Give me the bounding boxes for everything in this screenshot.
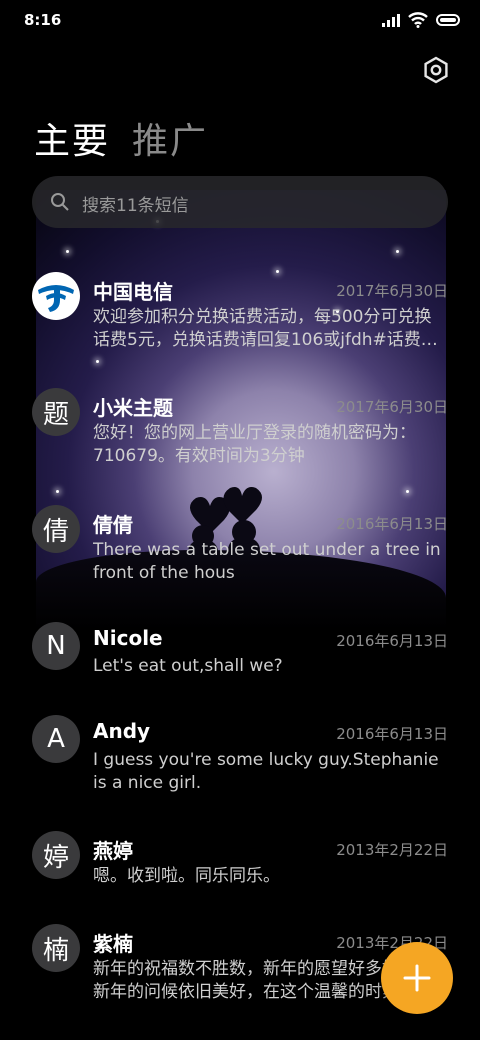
avatar: 婷	[32, 831, 80, 879]
message-preview: 嗯。收到啦。同乐同乐。	[93, 866, 280, 886]
new-message-button[interactable]	[381, 942, 453, 1014]
message-preview: There was a table set out under a tree i…	[93, 540, 441, 583]
message-date: 2016年6月13日	[336, 515, 448, 533]
signal-icon	[382, 13, 400, 27]
tab-promo[interactable]: 推广	[132, 112, 208, 164]
contact-name: 小米主题	[93, 396, 173, 420]
wifi-icon	[408, 12, 428, 28]
tab-bar: 主要 推广	[34, 112, 208, 164]
plus-icon	[403, 964, 431, 992]
contact-name: 紫楠	[93, 932, 133, 956]
message-date: 2013年2月22日	[336, 841, 448, 859]
message-preview: 您好！您的网上营业厅登录的随机密码为：710679。有效时间为3分钟	[93, 423, 416, 466]
status-time: 8:16	[24, 11, 62, 29]
battery-icon	[436, 14, 460, 26]
avatar: A	[32, 715, 80, 763]
search-icon	[51, 193, 69, 211]
message-preview: Let's eat out,shall we?	[93, 656, 283, 676]
search-placeholder: 搜索11条短信	[82, 196, 189, 216]
message-preview: 欢迎参加积分兑换话费活动，每500分可兑换话费5元，兑换话费请回复106或jfd…	[93, 307, 438, 350]
status-bar: 8:16	[0, 0, 480, 40]
avatar: N	[32, 622, 80, 670]
message-date: 2017年6月30日	[336, 398, 448, 416]
china-telecom-logo-icon	[33, 273, 79, 319]
message-date: 2016年6月13日	[336, 725, 448, 743]
conversation-item[interactable]: 中国电信 2017年6月30日 欢迎参加积分兑换话费活动，每500分可兑换话费5…	[0, 272, 480, 382]
tab-primary[interactable]: 主要	[34, 112, 110, 164]
contact-name: 中国电信	[93, 280, 173, 304]
contact-name: Nicole	[93, 626, 163, 650]
message-date: 2017年6月30日	[336, 282, 448, 300]
contact-name: 燕婷	[93, 839, 133, 863]
status-icons	[382, 12, 460, 28]
avatar	[32, 272, 80, 320]
avatar: 倩	[32, 505, 80, 553]
avatar: 题	[32, 388, 80, 436]
settings-hexagon-icon[interactable]	[422, 56, 450, 84]
contact-name: 倩倩	[93, 513, 133, 537]
conversation-item[interactable]: A Andy 2016年6月13日 I guess you're some lu…	[0, 715, 480, 825]
contact-name: Andy	[93, 719, 151, 743]
search-bar[interactable]: 搜索11条短信	[32, 176, 448, 228]
conversation-item[interactable]: 倩 倩倩 2016年6月13日 There was a table set ou…	[0, 505, 480, 615]
conversation-item[interactable]: 题 小米主题 2017年6月30日 您好！您的网上营业厅登录的随机密码为：710…	[0, 388, 480, 498]
message-date: 2016年6月13日	[336, 632, 448, 650]
message-preview: I guess you're some lucky guy.Stephanie …	[93, 750, 439, 793]
avatar: 楠	[32, 924, 80, 972]
